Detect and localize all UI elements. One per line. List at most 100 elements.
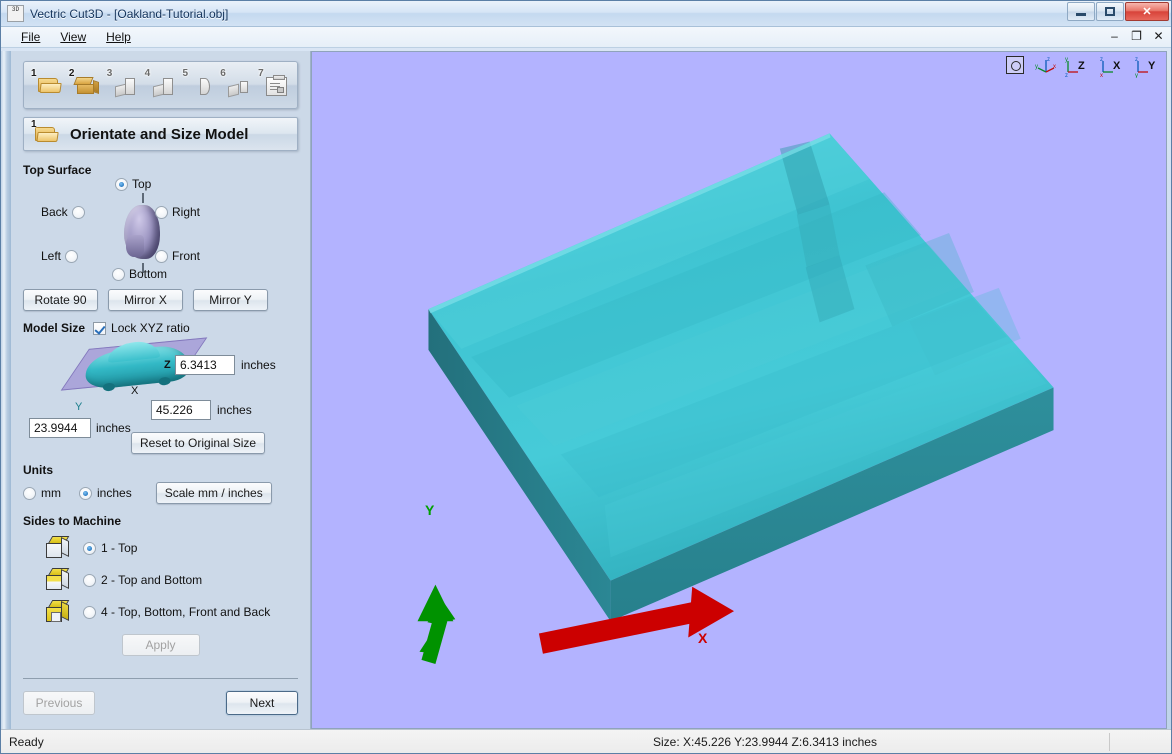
restore-button[interactable]: [1096, 2, 1124, 21]
rotate-90-button[interactable]: Rotate 90: [23, 289, 98, 311]
sides-option-2-radio[interactable]: 2 - Top and Bottom: [83, 573, 202, 587]
radio-inches[interactable]: inches: [79, 486, 132, 500]
status-separator: [1109, 733, 1110, 751]
spoke-left: [98, 244, 124, 254]
window-controls: ✕: [1067, 2, 1169, 21]
checkbox-indicator: [93, 321, 107, 335]
menu-file[interactable]: File: [11, 28, 50, 46]
size-y-unit: inches: [96, 421, 131, 435]
isometric-view-icon[interactable]: z y x: [1035, 56, 1056, 78]
sides-option-1[interactable]: 1 - Top: [23, 536, 298, 560]
svg-text:Z: Z: [1078, 60, 1085, 72]
restore-icon: [1105, 7, 1115, 16]
shield-icon: [190, 78, 211, 96]
apply-row: Apply: [23, 634, 298, 656]
mdi-minimize-icon: –: [1111, 29, 1118, 43]
transform-button-row: Rotate 90 Mirror X Mirror Y: [23, 289, 298, 311]
radio-top-label: Top: [132, 177, 152, 191]
task-sidebar: 1 2 3 4 5 6 7 1 Orientate and Size Model…: [11, 51, 311, 729]
radio-top-indicator: [115, 177, 128, 191]
mdi-restore-button[interactable]: ❐: [1130, 29, 1143, 43]
slice-icon: [114, 78, 135, 98]
menu-view[interactable]: View: [50, 28, 96, 46]
x-view-icon[interactable]: z x X: [1099, 56, 1125, 79]
radio-top[interactable]: Top: [115, 177, 151, 191]
sides-option-2[interactable]: 2 - Top and Bottom: [23, 568, 298, 592]
folder-open-icon: [38, 78, 62, 93]
radio-inches-label: inches: [97, 486, 132, 500]
layers-icon: [152, 78, 173, 98]
step-5-button[interactable]: 5: [181, 67, 215, 103]
reset-original-size-button[interactable]: Reset to Original Size: [131, 432, 266, 454]
units-label: Units: [23, 463, 53, 477]
step-3-button[interactable]: 3: [106, 67, 140, 103]
cube-top-icon: [45, 536, 71, 560]
radio-right[interactable]: Right: [155, 205, 200, 219]
mdi-close-button[interactable]: ✕: [1152, 29, 1165, 43]
radio-front-indicator: [155, 249, 168, 263]
size-x-input[interactable]: [151, 400, 211, 420]
mirror-y-button[interactable]: Mirror Y: [193, 289, 268, 311]
radio-mm-indicator: [23, 486, 36, 500]
zoom-to-fit-icon[interactable]: [1006, 56, 1026, 78]
menu-help[interactable]: Help: [96, 28, 141, 46]
sides-option-1-label: 1 - Top: [101, 541, 138, 555]
size-x-unit: inches: [217, 403, 252, 417]
sides-option-4-radio[interactable]: 4 - Top, Bottom, Front and Back: [83, 605, 270, 619]
status-size-info: Size: X:45.226 Y:23.9944 Z:6.3413 inches: [653, 734, 877, 749]
mdi-restore-icon: ❐: [1131, 29, 1142, 43]
minimize-icon: [1076, 13, 1086, 16]
top-surface-selector: Top Back Right Left Front Bottom: [23, 177, 298, 285]
box-icon: [73, 77, 99, 95]
apply-button[interactable]: Apply: [121, 634, 200, 656]
axis-label-x: X: [131, 385, 139, 397]
y-view-icon[interactable]: z y Y: [1134, 56, 1160, 79]
svg-text:z: z: [1047, 57, 1050, 63]
radio-front[interactable]: Front: [155, 249, 200, 263]
scale-mm-inches-button[interactable]: Scale mm / inches: [155, 482, 272, 504]
radio-left[interactable]: Left: [41, 249, 79, 263]
svg-text:X: X: [1113, 60, 1121, 72]
radio-bottom-label: Bottom: [129, 267, 168, 281]
step-header-number: 1: [31, 119, 37, 130]
model-size-label: Model Size: [23, 321, 86, 335]
radio-bottom-indicator: [112, 267, 125, 281]
cube-four-sides-icon: [45, 600, 71, 624]
radio-bottom[interactable]: Bottom: [112, 267, 167, 281]
size-y-input[interactable]: [29, 418, 91, 438]
radio-mm[interactable]: mm: [23, 486, 61, 500]
cut-icon: [228, 78, 249, 98]
next-button[interactable]: Next: [226, 691, 298, 715]
z-view-icon[interactable]: y z Z: [1064, 56, 1090, 79]
step-4-button[interactable]: 4: [144, 67, 178, 103]
step-6-button[interactable]: 6: [219, 67, 253, 103]
step-2-button[interactable]: 2: [68, 67, 102, 103]
previous-button[interactable]: Previous: [23, 691, 95, 715]
sides-option-2-label: 2 - Top and Bottom: [101, 573, 203, 587]
step-3-number: 3: [106, 68, 113, 79]
x-axis-label: X: [698, 630, 708, 646]
close-button[interactable]: ✕: [1125, 2, 1169, 21]
units-row: mm inches Scale mm / inches: [23, 482, 298, 504]
step-1-button[interactable]: 1: [30, 67, 64, 103]
minimize-button[interactable]: [1067, 2, 1095, 21]
step-7-button[interactable]: 7: [257, 67, 291, 103]
radio-back[interactable]: Back: [41, 205, 85, 219]
svg-text:x: x: [1100, 73, 1103, 78]
sides-option-4[interactable]: 4 - Top, Bottom, Front and Back: [23, 600, 298, 624]
sides-option-1-radio[interactable]: 1 - Top: [83, 541, 137, 555]
size-z-input[interactable]: [175, 355, 235, 375]
model-viewport[interactable]: z y x y z Z z x X z y Y Y X: [311, 51, 1167, 729]
step-header-title: Orientate and Size Model: [70, 125, 249, 143]
sidebar-content: Top Surface Top Back Right Left Front Bo…: [11, 151, 310, 678]
lock-xyz-label: Lock XYZ ratio: [111, 321, 190, 335]
lock-xyz-checkbox[interactable]: Lock XYZ ratio: [93, 321, 190, 335]
step-7-number: 7: [258, 68, 264, 79]
terrain-model[interactable]: [312, 52, 1166, 728]
sides-option-4-label: 4 - Top, Bottom, Front and Back: [101, 605, 271, 619]
mirror-x-button[interactable]: Mirror X: [108, 289, 183, 311]
size-z-unit: inches: [241, 358, 276, 372]
mdi-minimize-button[interactable]: –: [1108, 29, 1121, 43]
window-title: Vectric Cut3D - [Oakland-Tutorial.obj]: [30, 6, 229, 21]
main-body: 1 2 3 4 5 6 7 1 Orientate and Size Model…: [1, 48, 1171, 729]
